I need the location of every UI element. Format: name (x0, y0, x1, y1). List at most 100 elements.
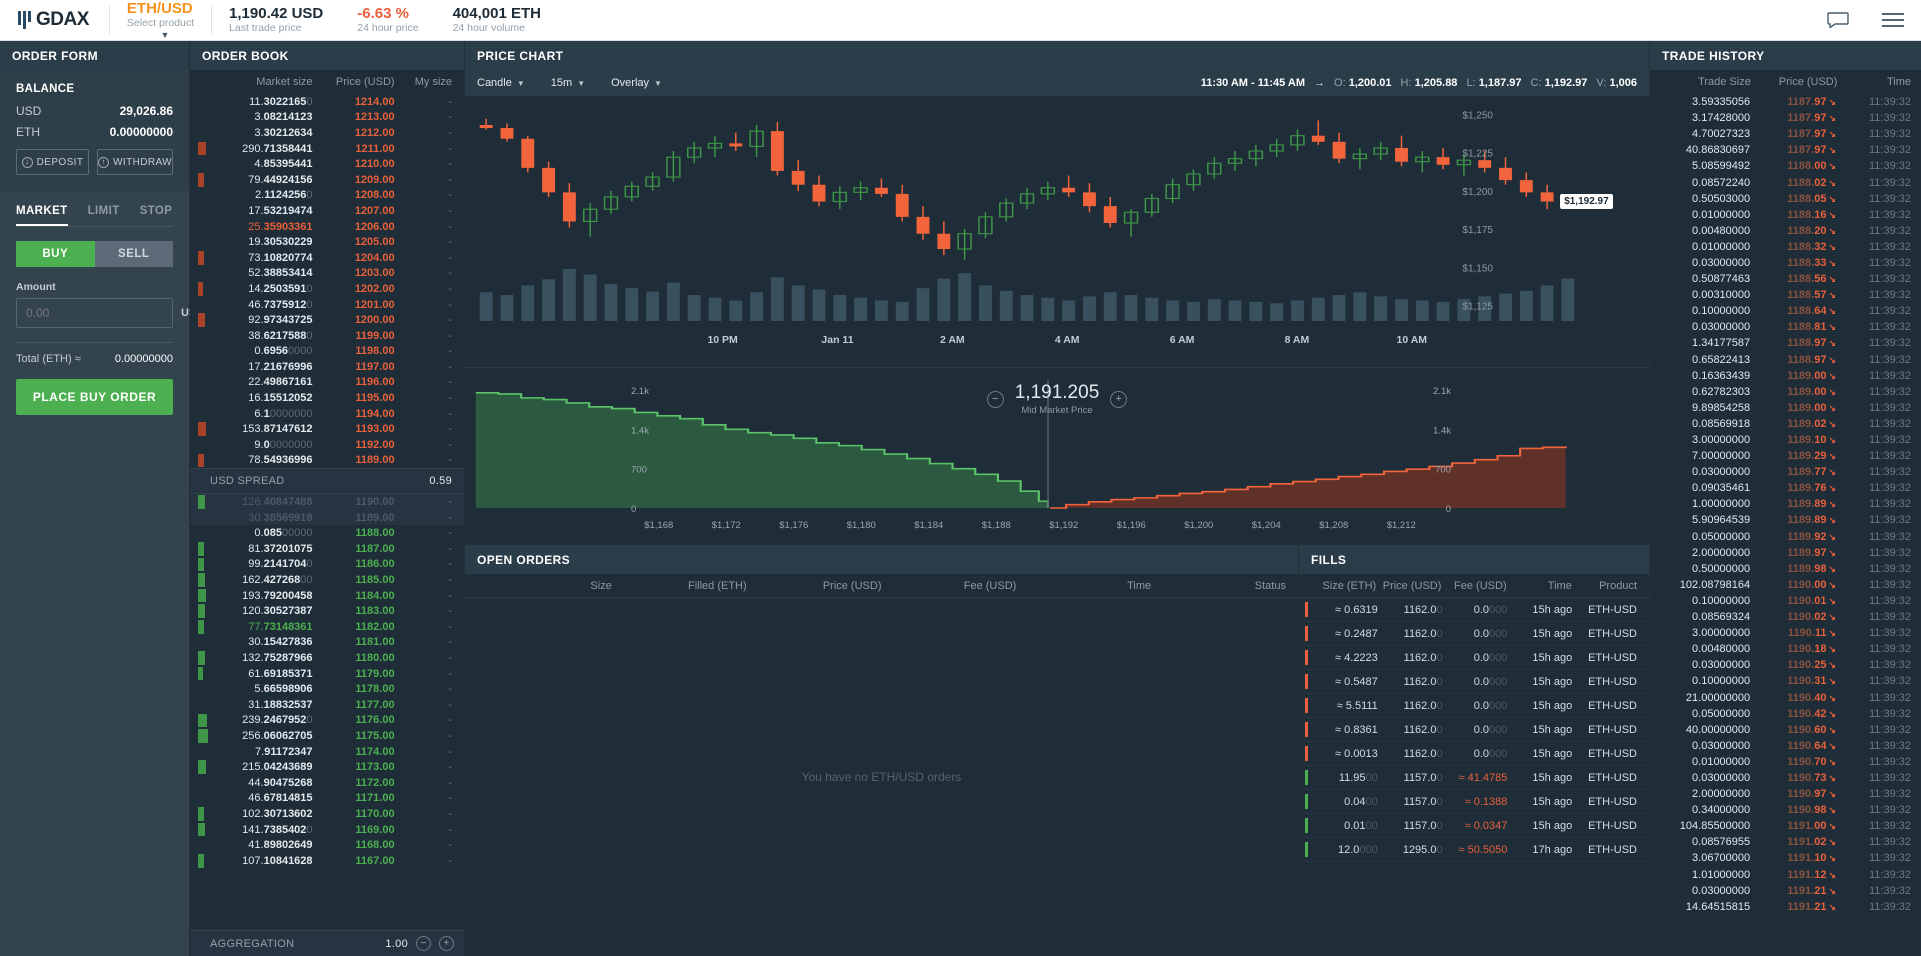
trade-history-row[interactable]: 102.08798164 1190.00 ↘ 11:39:32 (1650, 577, 1921, 593)
order-book-row[interactable]: 2.11242560 1208.00 - (190, 188, 464, 204)
trade-history-row[interactable]: 0.65822413 1188.97 ↘ 11:39:32 (1650, 352, 1921, 368)
trade-history-row[interactable]: 0.03000000 1191.21 ↘ 11:39:32 (1650, 883, 1921, 899)
trade-history-row[interactable]: 14.64515815 1191.21 ↘ 11:39:32 (1650, 899, 1921, 915)
buy-button[interactable]: BUY (16, 241, 95, 267)
order-book-bids[interactable]: 126.40847488 1190.00-30.38569918 1189.00-0… (190, 494, 464, 930)
trade-history-row[interactable]: 104.85500000 1191.00 ↘ 11:39:32 (1650, 818, 1921, 834)
trade-history-row[interactable]: 0.62782303 1189.00 ↘ 11:39:32 (1650, 384, 1921, 400)
trade-history-row[interactable]: 40.86830697 1187.97 ↘ 11:39:32 (1650, 142, 1921, 158)
order-book-row[interactable]: 9.00000000 1192.00 - (190, 437, 464, 453)
order-book-row[interactable]: 215.04243689 1173.00 - (190, 759, 464, 775)
order-book-row[interactable]: 3.30212634 1212.00 - (190, 125, 464, 141)
trade-history-row[interactable]: 0.10000000 1188.64 ↘ 11:39:32 (1650, 303, 1921, 319)
order-book-row[interactable]: 141.73854020 1169.00 - (190, 822, 464, 838)
trade-history-row[interactable]: 40.00000000 1190.60 ↘ 11:39:32 (1650, 722, 1921, 738)
order-book-row[interactable]: 290.71358441 1211.00 - (190, 141, 464, 157)
trade-history-row[interactable]: 0.16363439 1189.00 ↘ 11:39:32 (1650, 368, 1921, 384)
order-book-row[interactable]: 25.35903361 1206.00 - (190, 219, 464, 235)
order-book-row[interactable]: 77.73148361 1182.00 - (190, 619, 464, 635)
order-book-row[interactable]: 44.90475268 1172.00 - (190, 775, 464, 791)
plus-circle-icon[interactable]: + (439, 936, 454, 951)
hamburger-menu-icon[interactable] (1865, 12, 1921, 28)
trade-history-row[interactable]: 1.34177587 1188.97 ↘ 11:39:32 (1650, 335, 1921, 351)
order-book-row[interactable]: 46.67814815 1171.00 - (190, 791, 464, 807)
trade-history-row[interactable]: 0.03000000 1188.81 ↘ 11:39:32 (1650, 319, 1921, 335)
order-book-row[interactable]: 46.73759120 1201.00 - (190, 297, 464, 313)
order-book-row[interactable]: 107.10841628 1167.00 - (190, 853, 464, 869)
trade-history-row[interactable]: 0.08576955 1191.02 ↘ 11:39:32 (1650, 834, 1921, 850)
order-book-row[interactable]: 0.69560000 1198.00 - (190, 344, 464, 360)
trade-history-row[interactable]: 0.05000000 1189.92 ↘ 11:39:32 (1650, 529, 1921, 545)
fill-row[interactable]: ≈ 0.2487 1162.00 0.0000 15h ago ETH-USD (1299, 622, 1649, 646)
fill-row[interactable]: ≈ 5.5111 1162.00 0.0000 15h ago ETH-USD (1299, 694, 1649, 718)
order-book-row[interactable]: 61.69185371 1179.00 - (190, 666, 464, 682)
order-book-row[interactable]: 14.25035910 1202.00 - (190, 281, 464, 297)
order-book-row[interactable]: 239.24679520 1176.00 - (190, 713, 464, 729)
order-book-row[interactable]: 16.15512052 1195.00 - (190, 390, 464, 406)
order-book-row[interactable]: 5.66598906 1178.00 - (190, 681, 464, 697)
trade-history-row[interactable]: 0.01000000 1190.70 ↘ 11:39:32 (1650, 754, 1921, 770)
deposit-button[interactable]: ↓ DEPOSIT (16, 149, 90, 175)
trade-history-row[interactable]: 4.70027323 1187.97 ↘ 11:39:32 (1650, 126, 1921, 142)
amount-input[interactable] (26, 306, 181, 320)
order-book-row[interactable]: 31.18832537 1177.00 - (190, 697, 464, 713)
fill-row[interactable]: ≈ 0.0013 1162.00 0.0000 15h ago ETH-USD (1299, 742, 1649, 766)
trade-history-rows[interactable]: 3.59335056 1187.97 ↘ 11:39:32 3.17428000 1187… (1650, 94, 1921, 956)
order-book-row[interactable]: 38.62175880 1199.00 - (190, 328, 464, 344)
order-book-row[interactable]: 153.87147612 1193.00 - (190, 421, 464, 437)
trade-history-row[interactable]: 1.00000000 1189.89 ↘ 11:39:32 (1650, 496, 1921, 512)
trade-history-row[interactable]: 0.10000000 1190.01 ↘ 11:39:32 (1650, 593, 1921, 609)
order-book-row[interactable]: 132.75287966 1180.00 - (190, 650, 464, 666)
gdax-logo[interactable]: GDAX (0, 0, 109, 40)
order-book-row[interactable]: 99.21417040 1186.00 - (190, 557, 464, 573)
trade-history-row[interactable]: 0.10000000 1190.31 ↘ 11:39:32 (1650, 673, 1921, 689)
order-book-row[interactable]: 0.08500000 1188.00 - (190, 525, 464, 541)
trade-history-row[interactable]: 0.00310000 1188.57 ↘ 11:39:32 (1650, 287, 1921, 303)
trade-history-row[interactable]: 0.03000000 1188.33 ↘ 11:39:32 (1650, 255, 1921, 271)
trade-history-row[interactable]: 0.03000000 1190.25 ↘ 11:39:32 (1650, 657, 1921, 673)
trade-history-row[interactable]: 3.17428000 1187.97 ↘ 11:39:32 (1650, 110, 1921, 126)
trade-history-row[interactable]: 5.90964539 1189.89 ↘ 11:39:32 (1650, 512, 1921, 528)
order-book-row[interactable]: 256.06062705 1175.00 - (190, 728, 464, 744)
trade-history-row[interactable]: 2.00000000 1189.97 ↘ 11:39:32 (1650, 545, 1921, 561)
depth-chart[interactable]: 2.1k 2.1k 1.4k 1.4k 700 700 0 0 $1,168 $1,172 $1,1… (465, 367, 1649, 544)
fill-row[interactable]: 0.0100 1157.00 ≈ 0.0347 15h ago ETH-USD (1299, 814, 1649, 838)
order-book-row[interactable]: 11.30221650 1214.00 - (190, 94, 464, 110)
order-book-row[interactable]: 126.40847488 1190.00 - (190, 494, 464, 510)
order-book-row[interactable]: 17.53219474 1207.00 - (190, 203, 464, 219)
fill-row[interactable]: 12.0000 1295.00 ≈ 50.5050 17h ago ETH-USD (1299, 838, 1649, 862)
trade-history-row[interactable]: 0.34000000 1190.98 ↘ 11:39:32 (1650, 802, 1921, 818)
order-book-row[interactable]: 7.91172347 1174.00 - (190, 744, 464, 760)
trade-history-row[interactable]: 0.50000000 1189.98 ↘ 11:39:32 (1650, 561, 1921, 577)
order-book-row[interactable]: 92.97343725 1200.00 - (190, 312, 464, 328)
product-selector[interactable]: ETH/USD Select product ▼ (110, 0, 211, 40)
fill-row[interactable]: ≈ 0.6319 1162.00 0.0000 15h ago ETH-USD (1299, 598, 1649, 622)
order-book-row[interactable]: 41.89802649 1168.00 - (190, 837, 464, 853)
trade-history-row[interactable]: 0.05000000 1190.42 ↘ 11:39:32 (1650, 706, 1921, 722)
trade-history-row[interactable]: 0.09035461 1189.76 ↘ 11:39:32 (1650, 480, 1921, 496)
trade-history-row[interactable]: 9.89854258 1189.00 ↘ 11:39:32 (1650, 400, 1921, 416)
order-book-row[interactable]: 6.10000000 1194.00 - (190, 406, 464, 422)
fills-rows[interactable]: ≈ 0.6319 1162.00 0.0000 15h ago ETH-USD ≈ 0.2… (1299, 598, 1649, 956)
fill-row[interactable]: ≈ 4.2223 1162.00 0.0000 15h ago ETH-USD (1299, 646, 1649, 670)
order-book-row[interactable]: 81.37201075 1187.00 - (190, 541, 464, 557)
order-book-row[interactable]: 162.42726800 1185.00 - (190, 572, 464, 588)
interval-dropdown[interactable]: 15m ▼ (551, 77, 585, 89)
trade-history-row[interactable]: 0.03000000 1190.64 ↘ 11:39:32 (1650, 738, 1921, 754)
order-book-row[interactable]: 120.30527387 1183.00 - (190, 603, 464, 619)
trade-history-row[interactable]: 0.03000000 1189.77 ↘ 11:39:32 (1650, 464, 1921, 480)
trade-history-row[interactable]: 0.08569324 1190.02 ↘ 11:39:32 (1650, 609, 1921, 625)
candle-type-dropdown[interactable]: Candle ▼ (477, 77, 525, 89)
trade-history-row[interactable]: 3.00000000 1189.10 ↘ 11:39:32 (1650, 432, 1921, 448)
trade-history-row[interactable]: 0.50877463 1188.56 ↘ 11:39:32 (1650, 271, 1921, 287)
order-book-asks[interactable]: 11.30221650 1214.00-3.08214123 1213.00-3.3… (190, 94, 464, 468)
overlay-dropdown[interactable]: Overlay ▼ (611, 77, 662, 89)
fill-row[interactable]: 0.0400 1157.00 ≈ 0.1388 15h ago ETH-USD (1299, 790, 1649, 814)
minus-circle-icon[interactable]: − (986, 390, 1004, 408)
tab-limit[interactable]: LIMIT (88, 205, 120, 226)
trade-history-row[interactable]: 0.01000000 1188.32 ↘ 11:39:32 (1650, 239, 1921, 255)
order-book-row[interactable]: 102.30713602 1170.00 - (190, 806, 464, 822)
chat-icon[interactable] (1811, 12, 1865, 28)
order-book-row[interactable]: 22.49867161 1196.00 - (190, 375, 464, 391)
tab-stop[interactable]: STOP (140, 205, 173, 226)
